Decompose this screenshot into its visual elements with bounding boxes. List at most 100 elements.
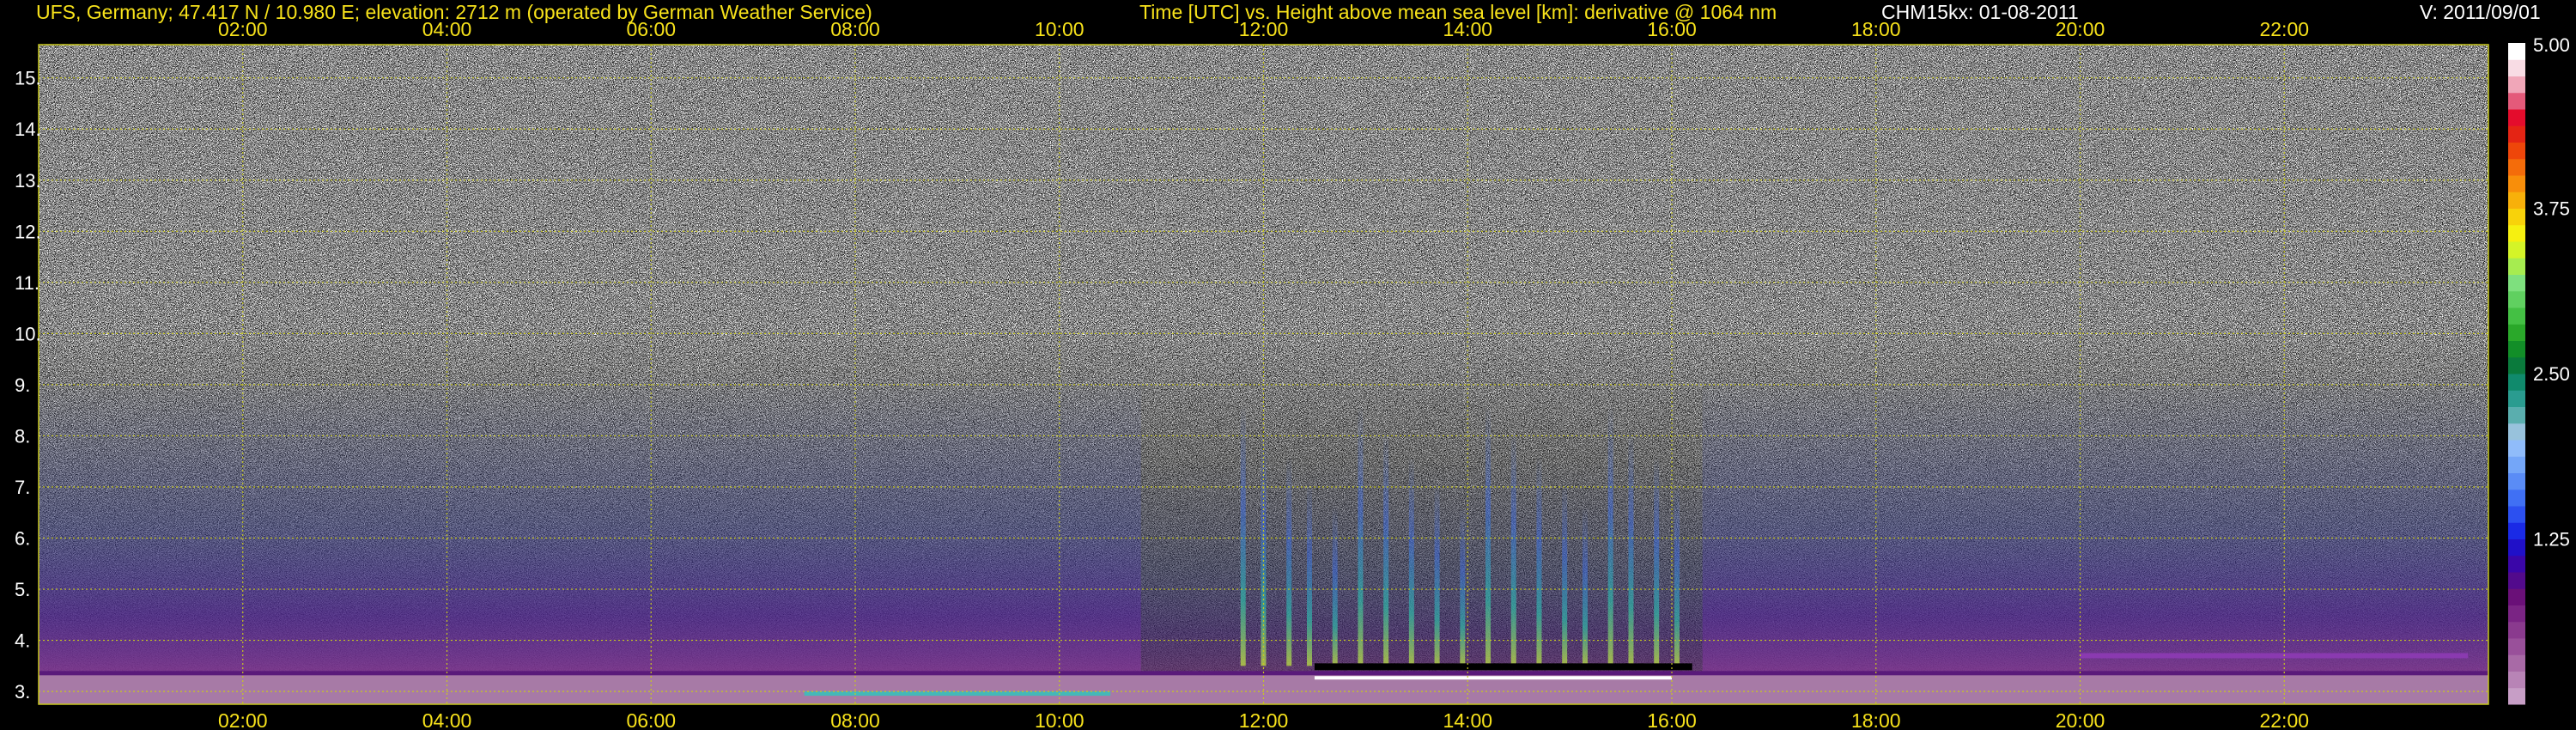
x-tick-label-top: 02:00 [218, 18, 268, 40]
y-tick-label: 7. [15, 477, 30, 498]
signal-streak [1485, 405, 1492, 666]
x-tick-label-bottom: 18:00 [1851, 709, 1901, 730]
signal-streak [1536, 456, 1542, 666]
signal-streak [1306, 482, 1312, 666]
x-tick-label-bottom: 02:00 [218, 709, 268, 730]
colorbar-segment [2508, 92, 2525, 110]
colorbar-segment [2508, 158, 2525, 176]
colorbar-tick-label: 3.75 [2533, 198, 2570, 220]
x-tick-label-bottom: 08:00 [830, 709, 880, 730]
colorbar-segment [2508, 324, 2525, 341]
colorbar-segment [2508, 555, 2525, 573]
colorbar-segment [2508, 605, 2525, 623]
signal-streak [1460, 507, 1466, 666]
colorbar-segment [2508, 59, 2525, 76]
colorbar-segment [2508, 654, 2525, 672]
signal-streak [1582, 507, 1588, 666]
x-tick-label-top: 06:00 [626, 18, 676, 40]
colorbar-segment [2508, 192, 2525, 209]
y-tick-label: 6. [15, 528, 30, 550]
signal-streak [1510, 430, 1516, 666]
colorbar-segment [2508, 340, 2525, 358]
signal-streak [1408, 456, 1414, 666]
y-tick-label: 13. [15, 170, 41, 192]
colorbar-segment [2508, 290, 2525, 308]
x-tick-label-top: 18:00 [1851, 18, 1901, 40]
colorbar-segment [2508, 489, 2525, 507]
colorbar-segment [2508, 572, 2525, 589]
haze-left [39, 374, 1141, 677]
y-tick-label: 10. [15, 323, 41, 344]
colorbar-tick-label: 2.50 [2533, 363, 2570, 385]
colorbar-segment [2508, 390, 2525, 407]
colorbar-segment [2508, 538, 2525, 557]
colorbar-segment [2508, 687, 2525, 705]
x-tick-label-top: 22:00 [2259, 18, 2309, 40]
colorbar-segment [2508, 374, 2525, 391]
colorbar-segment [2508, 208, 2525, 226]
x-tick-label-top: 14:00 [1443, 18, 1492, 40]
colorbar-tick-label: 1.25 [2533, 529, 2570, 551]
x-tick-label-top: 16:00 [1647, 18, 1697, 40]
signal-streak [1332, 507, 1338, 666]
colorbar-segment [2508, 43, 2525, 60]
colorbar-segment [2508, 440, 2525, 457]
y-tick-label: 12. [15, 221, 41, 242]
signal-streak [1240, 405, 1246, 666]
colorbar-segment [2508, 506, 2525, 523]
x-tick-label-bottom: 04:00 [422, 709, 472, 730]
haze-right [1702, 374, 2488, 677]
signal-streak [1674, 482, 1680, 666]
colorbar-segment [2508, 423, 2525, 441]
x-tick-label-bottom: 10:00 [1035, 709, 1084, 730]
signal-streak [1358, 405, 1364, 666]
signal-streak [1628, 430, 1634, 666]
colorbar-segment [2508, 621, 2525, 639]
x-tick-label-top: 20:00 [2056, 18, 2105, 40]
y-tick-label: 4. [15, 630, 30, 652]
x-tick-label-bottom: 16:00 [1647, 709, 1697, 730]
signal-streak [1383, 430, 1389, 666]
cloud-base-white [1314, 676, 1672, 680]
signal-streak [1607, 405, 1613, 666]
x-tick-label-bottom: 14:00 [1443, 709, 1492, 730]
colorbar-segment [2508, 241, 2525, 259]
colorbar-segment [2508, 274, 2525, 292]
evening-layer [2080, 653, 2469, 659]
colorbar-segment [2508, 307, 2525, 325]
y-tick-label: 8. [15, 425, 30, 447]
signal-streak [1654, 456, 1660, 666]
haze-middle [1140, 461, 1703, 677]
colorbar-segment [2508, 522, 2525, 539]
y-tick-label: 14. [15, 119, 41, 140]
x-tick-label-bottom: 22:00 [2259, 709, 2309, 730]
colorbar-segment [2508, 258, 2525, 275]
colorbar-segment [2508, 472, 2525, 490]
colorbar-segment [2508, 109, 2525, 126]
colorbar-segment [2508, 588, 2525, 605]
colorbar-segment [2508, 456, 2525, 473]
colorbar-segment [2508, 142, 2525, 160]
x-tick-label-bottom: 12:00 [1239, 709, 1289, 730]
colorbar-segment [2508, 125, 2525, 143]
y-tick-label: 3. [15, 681, 30, 703]
colorbar-segment [2508, 175, 2525, 192]
y-tick-label: 5. [15, 579, 30, 600]
y-tick-label: 11. [15, 272, 39, 294]
x-tick-label-top: 04:00 [422, 18, 472, 40]
colorbar-tick-label: 5.00 [2533, 34, 2570, 56]
signal-streak [1286, 456, 1292, 666]
colorbar-segment [2508, 224, 2525, 242]
x-tick-label-top: 08:00 [830, 18, 880, 40]
signal-streak [1434, 482, 1440, 666]
surface-signal [804, 691, 1111, 697]
signal-streak [1562, 482, 1568, 666]
y-tick-label: 9. [15, 374, 30, 396]
colorbar-segment [2508, 76, 2525, 94]
x-tick-label-bottom: 06:00 [626, 709, 676, 730]
y-tick-label: 15. [15, 68, 41, 89]
colorbar-segment [2508, 671, 2525, 689]
ceilometer-chart: UFS, Germany; 47.417 N / 10.980 E; eleva… [0, 0, 2576, 730]
x-tick-label-top: 12:00 [1239, 18, 1289, 40]
chart-svg: 02:00 02:00 04:00 04:00 06:00 06:00 08:00 08:00… [15, 18, 2570, 730]
